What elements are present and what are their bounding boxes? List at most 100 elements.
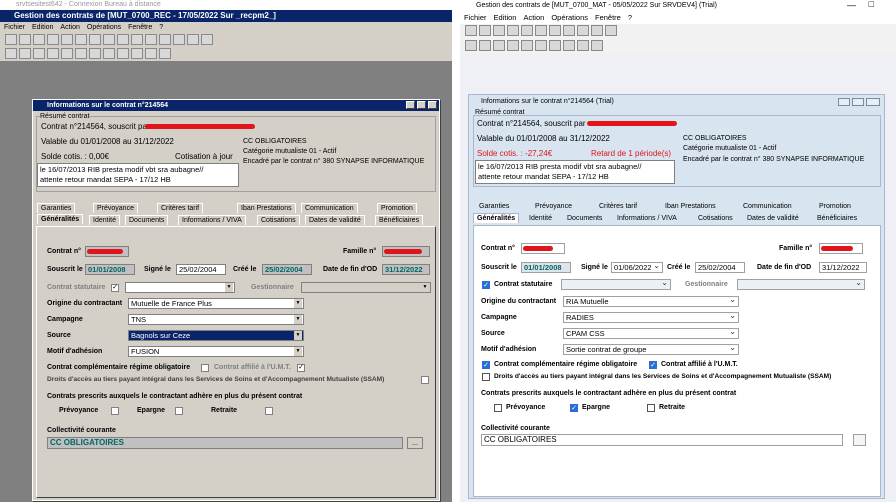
close-icon[interactable] xyxy=(117,48,129,59)
close-icon[interactable] xyxy=(577,40,589,51)
retraite-checkbox[interactable] xyxy=(647,404,655,412)
user-icon[interactable] xyxy=(187,34,199,45)
bank-icon[interactable] xyxy=(75,34,87,45)
tool-icon[interactable] xyxy=(19,48,31,59)
phone-icon[interactable] xyxy=(117,34,129,45)
tab-prevoyance[interactable]: Prévoyance xyxy=(93,203,138,213)
doc-icon[interactable] xyxy=(33,48,45,59)
bank-icon[interactable] xyxy=(521,25,533,36)
menu-edition[interactable]: Edition xyxy=(32,24,53,31)
origine-select[interactable]: RIA Mutuelle xyxy=(563,296,739,307)
maximize-button[interactable] xyxy=(852,98,864,106)
filter-icon[interactable] xyxy=(61,48,73,59)
menu-operations[interactable]: Opérations xyxy=(87,24,121,31)
maximize-button[interactable] xyxy=(417,101,426,109)
filter-icon[interactable] xyxy=(521,40,533,51)
home-icon[interactable] xyxy=(465,40,477,51)
campagne-select[interactable]: RADIES xyxy=(563,312,739,323)
window-minimize-icon[interactable]: — xyxy=(847,0,856,10)
print-icon[interactable] xyxy=(507,25,519,36)
card-icon[interactable] xyxy=(103,34,115,45)
tab-cotisations[interactable]: Cotisations xyxy=(257,215,300,225)
grid-icon[interactable] xyxy=(131,34,143,45)
source-select[interactable]: Bagnols sur Ceze xyxy=(128,330,304,341)
chart-icon[interactable] xyxy=(89,34,101,45)
menu-fenetre[interactable]: Fenêtre xyxy=(595,13,621,22)
collectivite-browse-button[interactable]: ... xyxy=(407,437,423,449)
tab-garanties[interactable]: Garanties xyxy=(479,203,509,210)
tab-promotion[interactable]: Promotion xyxy=(377,203,417,213)
tab-generalites[interactable]: Généralités xyxy=(37,214,84,224)
doc-icon[interactable] xyxy=(493,40,505,51)
tab-informations-viva[interactable]: Informations / VIVA xyxy=(178,215,246,225)
menu-action[interactable]: Action xyxy=(523,13,544,22)
star-icon[interactable] xyxy=(75,48,87,59)
tab-iban[interactable]: Iban Prestations xyxy=(237,203,296,213)
statutaire-select[interactable] xyxy=(561,279,671,290)
minimize-button[interactable] xyxy=(838,98,850,106)
tab-beneficiaires[interactable]: Bénéficiaires xyxy=(817,215,857,222)
settings-icon[interactable] xyxy=(549,40,561,51)
campagne-select[interactable]: TNS xyxy=(128,314,304,325)
check-icon[interactable] xyxy=(131,48,143,59)
gestionnaire-select[interactable] xyxy=(737,279,865,290)
retraite-checkbox[interactable] xyxy=(265,407,273,415)
tab-documents[interactable]: Documents xyxy=(567,215,602,222)
chart-icon[interactable] xyxy=(549,25,561,36)
paste-icon[interactable] xyxy=(33,34,45,45)
tree-icon[interactable] xyxy=(563,40,575,51)
home-icon[interactable] xyxy=(5,48,17,59)
star-icon[interactable] xyxy=(535,40,547,51)
prevoyance-checkbox[interactable] xyxy=(494,404,502,412)
source-select[interactable]: CPAM CSS xyxy=(563,328,739,339)
tab-criteres-tarif[interactable]: Critères tarif xyxy=(599,203,637,210)
menu-action[interactable]: Action xyxy=(60,24,79,31)
tab-documents[interactable]: Documents xyxy=(125,215,169,225)
epargne-checkbox[interactable]: ✓ xyxy=(570,404,578,412)
droits-checkbox[interactable] xyxy=(482,373,490,381)
tab-prevoyance[interactable]: Prévoyance xyxy=(535,203,572,210)
phone-icon[interactable] xyxy=(577,25,589,36)
close-button[interactable] xyxy=(428,101,437,109)
tool-icon[interactable] xyxy=(479,40,491,51)
menu-help[interactable]: ? xyxy=(628,13,632,22)
copy-icon[interactable] xyxy=(19,34,31,45)
compl-checkbox[interactable]: ✓ xyxy=(482,361,490,369)
tree-icon[interactable] xyxy=(103,48,115,59)
tab-garanties[interactable]: Garanties xyxy=(37,203,76,213)
tab-identite[interactable]: Identité xyxy=(89,215,120,225)
refresh-icon[interactable] xyxy=(145,48,157,59)
menu-fenetre[interactable]: Fenêtre xyxy=(128,24,152,31)
tab-beneficiaires[interactable]: Bénéficiaires xyxy=(375,215,424,225)
save-icon[interactable] xyxy=(47,48,59,59)
tab-iban[interactable]: Iban Prestations xyxy=(665,203,716,210)
close-button[interactable] xyxy=(866,98,880,106)
bank-icon[interactable] xyxy=(61,34,73,45)
folder-icon[interactable] xyxy=(605,25,617,36)
save-icon[interactable] xyxy=(507,40,519,51)
cut-icon[interactable] xyxy=(5,34,17,45)
memo-box[interactable]: le 16/07/2013 RIB presta modif vbt sra a… xyxy=(37,163,239,187)
window-maximize-icon[interactable]: □ xyxy=(869,0,874,9)
menu-help[interactable]: ? xyxy=(159,24,163,31)
compl-checkbox[interactable] xyxy=(201,364,209,372)
gestionnaire-select[interactable] xyxy=(301,282,431,293)
tab-communication[interactable]: Communication xyxy=(743,203,792,210)
statutaire-checkbox[interactable]: ✓ xyxy=(111,284,119,292)
bank-icon[interactable] xyxy=(535,25,547,36)
minimize-button[interactable] xyxy=(406,101,415,109)
help-icon[interactable] xyxy=(201,34,213,45)
collectivite-browse-button[interactable] xyxy=(853,434,866,446)
cut-icon[interactable] xyxy=(465,25,477,36)
tab-communication[interactable]: Communication xyxy=(301,203,358,213)
affilie-checkbox[interactable]: ✓ xyxy=(297,364,305,372)
menu-fichier[interactable]: Fichier xyxy=(4,24,25,31)
tab-informations-viva[interactable]: Informations / VIVA xyxy=(617,215,677,222)
copy-icon[interactable] xyxy=(479,25,491,36)
tab-criteres-tarif[interactable]: Critères tarif xyxy=(157,203,204,213)
signe-field[interactable]: 01/06/2022 xyxy=(611,262,663,273)
tab-generalites[interactable]: Généralités xyxy=(473,213,520,223)
signe-field[interactable]: 25/02/2004 xyxy=(176,264,226,275)
droits-checkbox[interactable] xyxy=(421,376,429,384)
print-icon[interactable] xyxy=(47,34,59,45)
